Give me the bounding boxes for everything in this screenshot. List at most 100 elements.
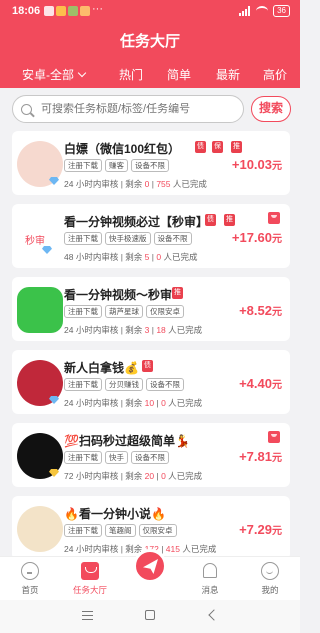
tag: 注册下载 (64, 451, 102, 464)
wifi-icon (256, 6, 269, 16)
completed-count: 0 (161, 398, 166, 408)
search-button[interactable]: 搜索 (251, 96, 291, 122)
completed-count: 755 (156, 179, 171, 189)
search-box[interactable] (12, 95, 244, 123)
tag: 赚客 (105, 159, 128, 172)
tag: 注册下载 (64, 232, 102, 245)
region-filter-dropdown[interactable]: 安卓-全部 (22, 66, 87, 83)
bottom-nav: 首页 任务大厅 消息 我的 (0, 549, 300, 601)
task-reward: +8.52元 (239, 303, 282, 318)
task-title: 新人白拿钱💰 (64, 361, 139, 375)
home-square-icon[interactable] (145, 610, 155, 620)
tag: 设备不限 (153, 232, 192, 245)
remaining-count: 3 (144, 325, 150, 335)
smiley-icon (261, 562, 279, 580)
nav-home[interactable]: 首页 (0, 557, 60, 601)
red-packet-icon (268, 212, 280, 224)
nav-label: 任务大厅 (72, 585, 107, 595)
app-notification-icon (56, 6, 66, 16)
nav-label: 首页 (21, 585, 39, 595)
notification-icons (44, 6, 90, 16)
app-notification-icon (68, 6, 78, 16)
tag: 快手 (105, 451, 128, 464)
tab-simple[interactable]: 简单 (167, 66, 191, 83)
nav-me[interactable]: 我的 (240, 557, 300, 601)
red-packet-icon (268, 431, 280, 443)
publish-button[interactable] (133, 549, 167, 583)
diamond-icon (42, 246, 52, 254)
tag: 快手极速版 (105, 232, 151, 245)
signal-icon (239, 6, 251, 16)
nav-label: 我的 (261, 585, 279, 595)
badge-insured: 保 (212, 141, 223, 153)
battery-icon: 36 (273, 5, 290, 17)
task-reward: +7.81元 (239, 449, 282, 464)
search-row: 搜索 (0, 95, 300, 123)
task-tags: 注册下载 葫芦星球 仅限安卓 (64, 305, 184, 318)
task-meta: 24 小时内审核 | 剩余 10 | 0 人已完成 (64, 398, 203, 408)
task-card[interactable]: 秒审 看一分钟视频必过【秒审】 债 推 注册下载 快手极速版 设备不限 48 小… (12, 204, 290, 268)
tag: 注册下载 (64, 524, 102, 537)
remaining-count: 10 (144, 398, 155, 408)
badge-guarantee: 债 (195, 141, 206, 153)
badge-recommended: 推 (231, 141, 242, 153)
tag: 葫芦星球 (105, 305, 143, 318)
task-card[interactable]: 💯扫码秒过超级简单💃 注册下载 快手 设备不限 72 小时内审核 | 剩余 20… (12, 423, 290, 487)
task-tags: 注册下载 赚客 设备不限 (64, 159, 169, 172)
completed-count: 0 (156, 252, 162, 262)
status-time: 18:06 (12, 5, 41, 17)
tag: 设备不限 (131, 451, 169, 464)
tag: 分贝赚钱 (105, 378, 143, 391)
task-meta: 72 小时内审核 | 剩余 20 | 0 人已完成 (64, 471, 203, 481)
remaining-count: 5 (144, 252, 150, 262)
remaining-count: 20 (144, 471, 155, 481)
badge-recommended: 推 (224, 214, 235, 226)
tag: 仅限安卓 (146, 305, 184, 318)
tag: 笔趣阁 (105, 524, 136, 537)
nav-task-hall[interactable]: 任务大厅 (60, 557, 120, 601)
task-meta: 24 小时内审核 | 剩余 0 | 755 人已完成 (64, 179, 207, 189)
task-card[interactable]: 看一分钟视频～秒审 推 注册下载 葫芦星球 仅限安卓 24 小时内审核 | 剩余… (12, 277, 290, 341)
task-reward: +4.40元 (239, 376, 282, 391)
task-card[interactable]: 新人白拿钱💰 债 注册下载 分贝赚钱 设备不限 24 小时内审核 | 剩余 10… (12, 350, 290, 414)
remaining-count: 0 (144, 179, 150, 189)
task-title: 💯扫码秒过超级简单💃 (64, 434, 190, 448)
completed-count: 18 (156, 325, 166, 335)
completed-count: 0 (161, 471, 166, 481)
task-thumbnail (17, 506, 63, 552)
task-reward: +17.60元 (231, 230, 282, 245)
tag: 注册下载 (64, 305, 102, 318)
badge-recommended: 推 (172, 287, 183, 299)
wechat-icon (17, 287, 63, 333)
tab-newest[interactable]: 最新 (216, 66, 240, 83)
task-tags: 注册下载 笔趣阁 仅限安卓 (64, 524, 177, 537)
more-notifications: ··· (92, 3, 103, 15)
nav-messages[interactable]: 消息 (180, 557, 240, 601)
search-input[interactable] (41, 103, 231, 115)
home-icon (21, 562, 39, 580)
menu-icon[interactable] (82, 611, 93, 620)
completed-count: 415 (165, 544, 180, 554)
shopping-bag-icon (81, 562, 99, 580)
task-tags: 注册下载 快手极速版 设备不限 (64, 232, 192, 245)
page-title: 任务大厅 (119, 33, 180, 50)
thumbnail-label: 秒审 (25, 236, 45, 247)
chevron-down-icon (77, 68, 87, 78)
task-tags: 注册下载 快手 设备不限 (64, 451, 169, 464)
app-notification-icon (80, 6, 90, 16)
app-notification-icon (44, 6, 54, 16)
system-nav-bar (0, 600, 300, 633)
task-card[interactable]: 白嫖（微信100红包） 债 保 推 注册下载 赚客 设备不限 24 小时内审核 … (12, 131, 290, 195)
back-icon[interactable] (208, 609, 220, 621)
tab-hot[interactable]: 热门 (119, 66, 143, 83)
nav-label: 消息 (201, 585, 219, 595)
tag: 注册下载 (64, 159, 102, 172)
tag: 设备不限 (146, 378, 184, 391)
tag: 注册下载 (64, 378, 102, 391)
badge-guarantee: 债 (205, 214, 216, 226)
app-header: 18:06 ··· 36 任务大厅 安卓-全部 热门 简单 最新 高价 (0, 0, 300, 88)
task-title: 看一分钟视频必过【秒审】 (64, 215, 209, 229)
tab-high-price[interactable]: 高价 (263, 66, 287, 83)
tag: 仅限安卓 (138, 524, 177, 537)
task-meta: 48 小时内审核 | 剩余 5 | 0 人已完成 (64, 252, 198, 262)
